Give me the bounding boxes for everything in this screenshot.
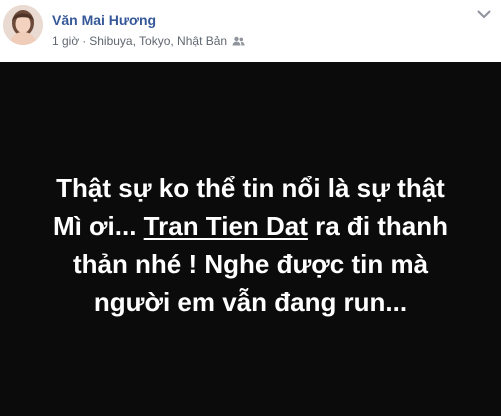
location-link[interactable]: Shibuya, Tokyo, Nhật Bản	[89, 34, 227, 48]
status-line-3: thản nhé ! Nghe được tin mà	[72, 249, 429, 279]
facebook-post: Văn Mai Hương 1 giờ · Shibuya, Tokyo, Nh…	[0, 0, 501, 416]
status-line-2-end: ra đi thanh	[307, 211, 449, 241]
avatar[interactable]	[3, 5, 43, 45]
post-timestamp-link[interactable]: 1 giờ	[52, 34, 79, 48]
status-line-2: Mì ơi... Tran Tien Dat ra đi thanh	[0, 207, 501, 245]
post-header: Văn Mai Hương 1 giờ · Shibuya, Tokyo, Nh…	[0, 0, 501, 62]
status-text: Thật sự ko thể tin nổi là sự thật Mì ơi.…	[0, 169, 501, 321]
mention-link[interactable]: Tran Tien Dat	[144, 211, 308, 241]
author-name-link[interactable]: Văn Mai Hương	[52, 12, 156, 28]
colored-status-background: Thật sự ko thể tin nổi là sự thật Mì ơi.…	[0, 62, 501, 416]
avatar-image	[3, 5, 43, 45]
post-options-button[interactable]	[474, 8, 494, 22]
meta-separator: ·	[82, 34, 87, 48]
chevron-down-icon	[477, 6, 491, 24]
friends-icon[interactable]	[232, 36, 245, 46]
status-line-2-start: Mì ơi...	[52, 211, 144, 241]
post-meta: 1 giờ · Shibuya, Tokyo, Nhật Bản	[52, 34, 245, 48]
status-line-1: Thật sự ko thể tin nổi là sự thật	[56, 173, 445, 203]
status-line-4: người em vẫn đang run...	[93, 287, 408, 317]
